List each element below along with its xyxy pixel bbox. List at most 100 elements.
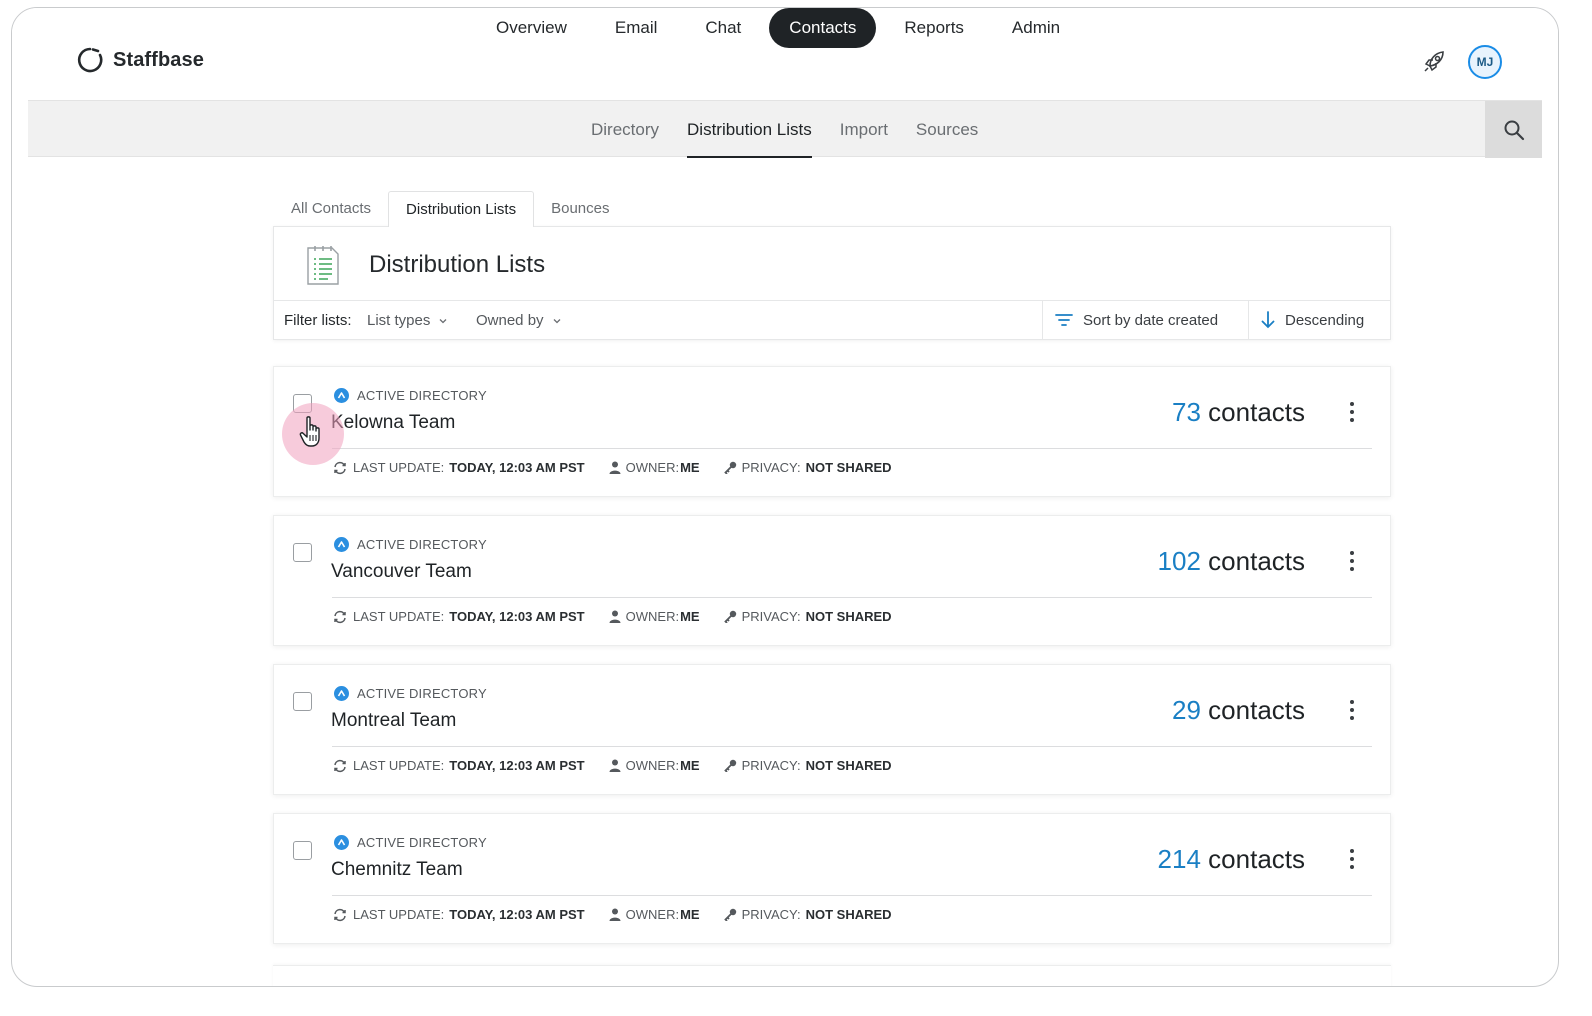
owned-by-dropdown[interactable]: Owned by [476,312,562,329]
chevron-down-icon [439,318,447,323]
active-directory-icon [334,537,349,552]
list-card[interactable]: ACTIVE DIRECTORY Chemnitz Team 214 conta… [273,813,1391,944]
select-checkbox[interactable] [293,841,312,860]
list-tabs: All Contacts Distribution Lists Bounces [274,191,626,227]
list-card[interactable]: ACTIVE DIRECTORY Kelowna Team 73 contact… [273,366,1391,497]
user-avatar[interactable]: MJ [1468,45,1502,79]
tab-all-contacts[interactable]: All Contacts [274,191,388,227]
owner-value: ME [680,907,700,922]
last-update: LAST UPDATE: TODAY, 12:03 AM PST [332,907,585,922]
more-options-icon[interactable] [1344,698,1360,722]
card-divider [332,448,1372,449]
list-name[interactable]: Kelowna Team [331,412,455,434]
list-meta: LAST UPDATE: TODAY, 12:03 AM PST OWNER: … [332,460,916,475]
active-directory-icon [334,686,349,701]
hand-pointer-icon [299,416,320,447]
owner-value: ME [680,758,700,773]
privacy: PRIVACY: NOT SHARED [723,609,892,624]
subnav-import[interactable]: Import [826,101,902,158]
key-icon [723,759,736,772]
contact-count-number: 29 [1172,695,1201,725]
top-right-actions: MJ [1420,45,1502,79]
source-tag: ACTIVE DIRECTORY [334,388,487,403]
sync-icon [334,908,346,921]
list-card[interactable]: ACTIVE DIRECTORY Montreal Team 29 contac… [273,664,1391,795]
list-name[interactable]: Montreal Team [331,710,456,732]
privacy: PRIVACY: NOT SHARED [723,907,892,922]
last-update-value: TODAY, 12:03 AM PST [449,758,585,773]
tab-bounces[interactable]: Bounces [534,191,626,227]
top-bar: Staffbase Overview Email Chat Contacts R… [12,8,1558,100]
sync-icon [334,759,346,772]
source-label: ACTIVE DIRECTORY [357,537,487,552]
search-icon [1504,120,1524,140]
last-update: LAST UPDATE: TODAY, 12:03 AM PST [332,460,585,475]
key-icon [723,610,736,623]
privacy: PRIVACY: NOT SHARED [723,460,892,475]
person-icon [609,610,621,623]
more-options-icon[interactable] [1344,847,1360,871]
last-update-value: TODAY, 12:03 AM PST [449,609,585,624]
privacy-value: NOT SHARED [805,907,892,922]
person-icon [609,461,621,474]
active-directory-icon [334,388,349,403]
contact-count-number: 102 [1157,546,1201,576]
list-meta: LAST UPDATE: TODAY, 12:03 AM PST OWNER: … [332,758,916,773]
more-options-icon[interactable] [1344,400,1360,424]
source-label: ACTIVE DIRECTORY [357,835,487,850]
contact-count: 73 contacts [1172,397,1305,428]
list-name[interactable]: Chemnitz Team [331,859,463,881]
click-cursor-indicator [282,403,344,465]
brand-name: Staffbase [113,48,204,71]
person-icon [609,908,621,921]
sync-icon [334,610,346,623]
staffbase-logo-icon [77,47,103,73]
lists-header-panel: Distribution Lists Filter lists: List ty… [273,226,1391,340]
privacy: PRIVACY: NOT SHARED [723,758,892,773]
contact-count-unit: contacts [1208,844,1305,874]
nav-email[interactable]: Email [591,8,682,48]
owned-by-label: Owned by [476,312,544,329]
source-tag: ACTIVE DIRECTORY [334,835,487,850]
document-list-icon [307,246,339,285]
order-toggle[interactable]: Descending [1248,301,1392,339]
nav-reports[interactable]: Reports [880,8,988,48]
select-checkbox[interactable] [293,692,312,711]
brand-logo[interactable]: Staffbase [76,46,204,74]
contact-count: 214 contacts [1158,844,1305,875]
subnav-directory[interactable]: Directory [577,101,673,158]
list-card-partial [273,965,1391,986]
list-card[interactable]: ACTIVE DIRECTORY Vancouver Team 102 cont… [273,515,1391,646]
nav-chat[interactable]: Chat [681,8,765,48]
contact-count: 102 contacts [1158,546,1305,577]
privacy-value: NOT SHARED [805,758,892,773]
contact-count-number: 214 [1157,844,1201,874]
rocket-icon[interactable] [1420,48,1448,76]
owner: OWNER: ME [609,907,700,922]
subnav-sources[interactable]: Sources [902,101,992,158]
chevron-down-icon [553,318,561,323]
list-types-label: List types [367,312,431,329]
search-button[interactable] [1485,101,1542,158]
main-nav: Overview Email Chat Contacts Reports Adm… [472,8,1084,48]
nav-admin[interactable]: Admin [988,8,1084,48]
more-options-icon[interactable] [1344,549,1360,573]
active-directory-icon [334,835,349,850]
card-divider [332,895,1372,896]
select-checkbox[interactable] [293,543,312,562]
owner: OWNER: ME [609,460,700,475]
last-update-value: TODAY, 12:03 AM PST [449,460,585,475]
list-name[interactable]: Vancouver Team [331,561,472,583]
nav-overview[interactable]: Overview [472,8,591,48]
sort-dropdown[interactable]: Sort by date created [1042,301,1248,339]
list-types-dropdown[interactable]: List types [367,312,448,329]
contact-count-unit: contacts [1208,397,1305,427]
nav-contacts[interactable]: Contacts [769,8,877,48]
app-window: Staffbase Overview Email Chat Contacts R… [11,7,1559,987]
owner: OWNER: ME [609,758,700,773]
subnav-distribution-lists[interactable]: Distribution Lists [673,101,826,158]
tab-distribution-lists[interactable]: Distribution Lists [388,191,535,227]
last-update: LAST UPDATE: TODAY, 12:03 AM PST [332,758,585,773]
page-title: Distribution Lists [369,251,546,278]
sub-nav: Directory Distribution Lists Import Sour… [28,100,1542,158]
